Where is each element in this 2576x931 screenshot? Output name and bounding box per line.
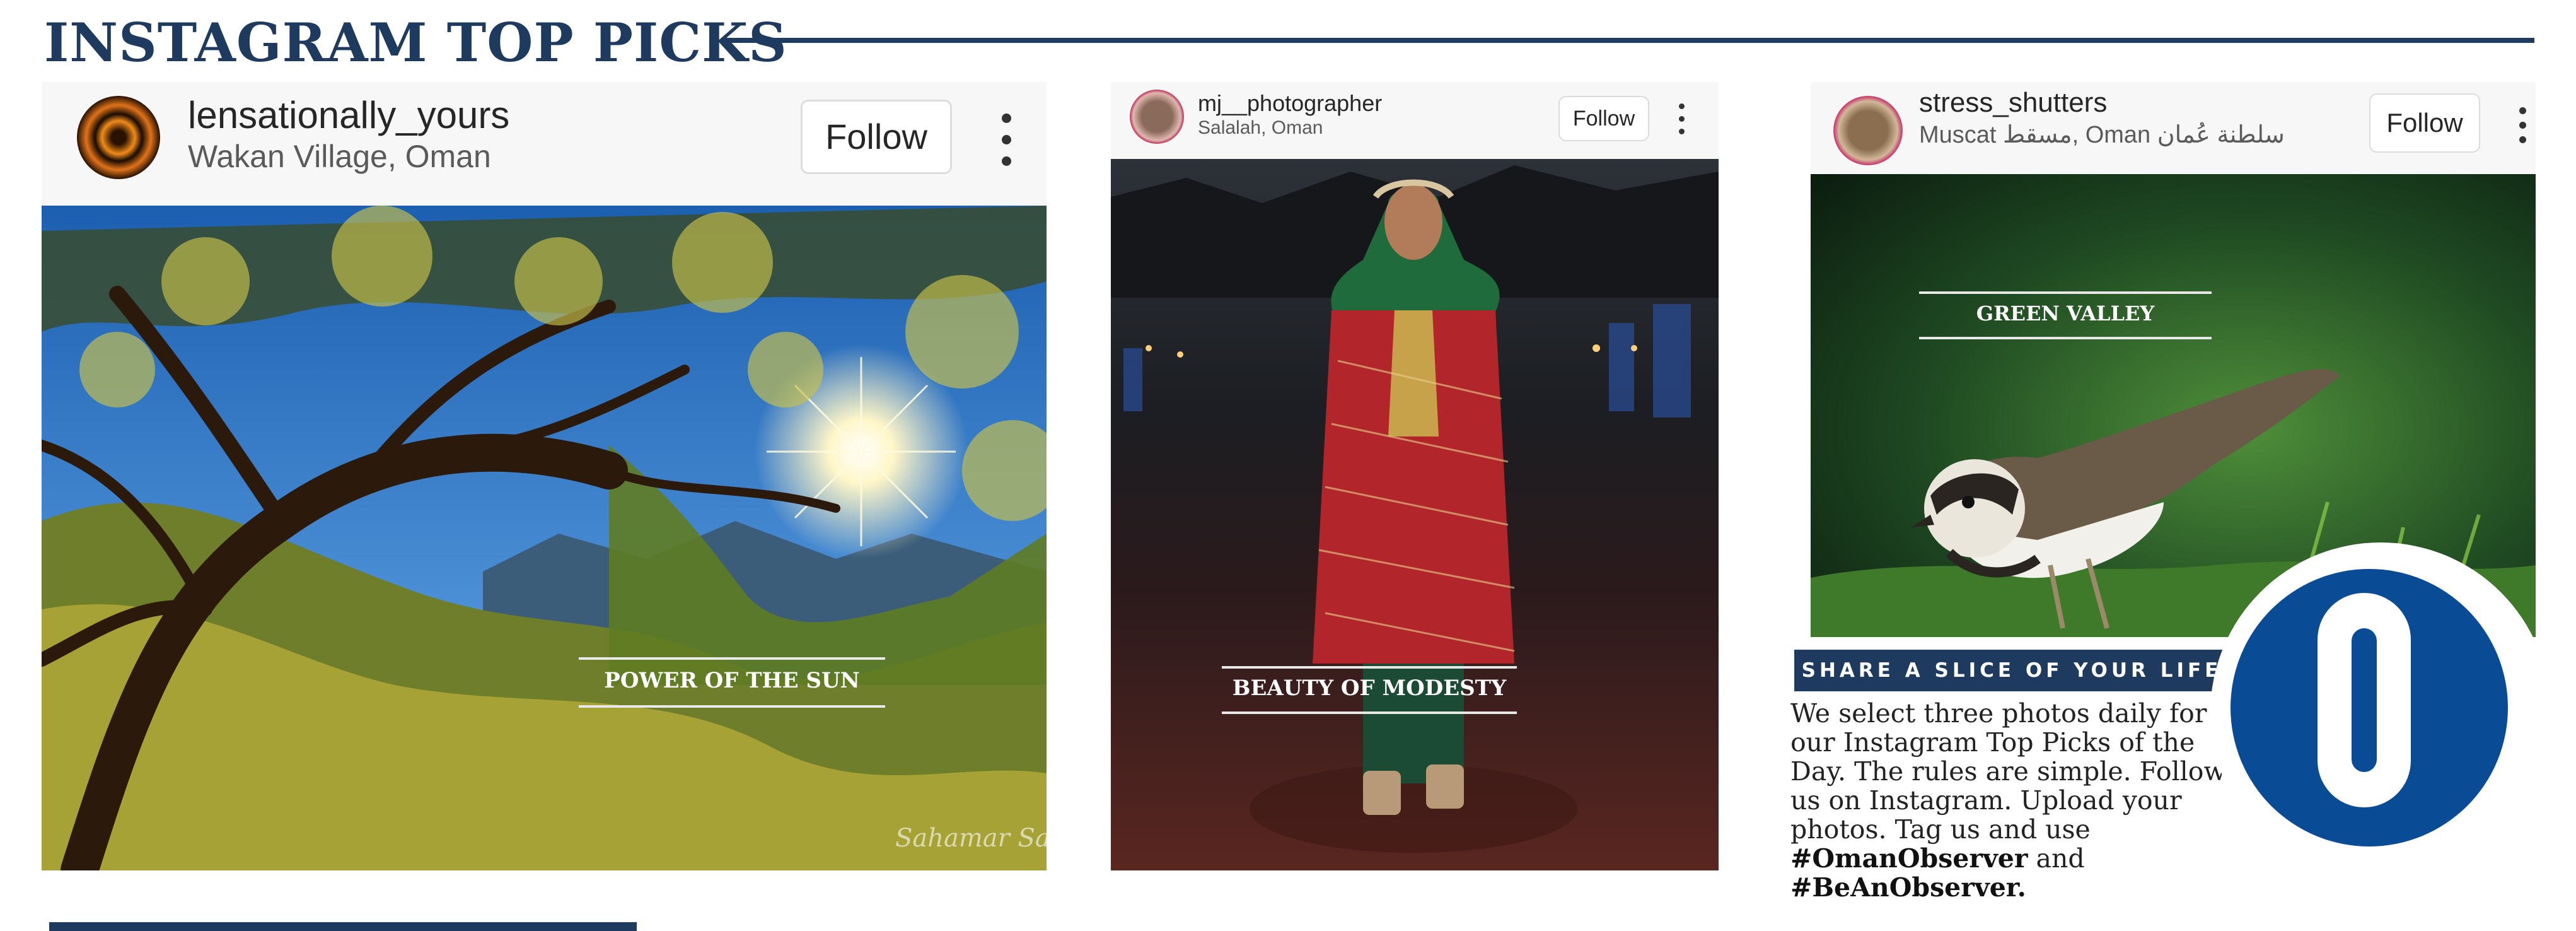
page-title: INSTAGRAM TOP PICKS bbox=[44, 11, 787, 74]
caption-line-bottom bbox=[1919, 337, 2212, 339]
caption-line-bottom bbox=[1222, 711, 1517, 714]
photo-caption: POWER OF THE SUN bbox=[579, 657, 885, 708]
follow-button[interactable]: Follow bbox=[2369, 93, 2480, 153]
girl-portrait-photo bbox=[1111, 159, 1719, 870]
photo-watermark: Sahamar Sadh bbox=[895, 824, 1047, 853]
post-photo[interactable]: POWER OF THE SUN Sahamar Sadh bbox=[42, 206, 1047, 870]
username[interactable]: lensationally_yours bbox=[188, 93, 509, 138]
more-options-icon[interactable] bbox=[2517, 107, 2528, 144]
tree-sun-photo bbox=[42, 206, 1047, 870]
post-header: mj__photographer Salalah, Oman Follow bbox=[1111, 82, 1719, 159]
post-header: stress_shutters Muscat مسقط, Oman سلطنة … bbox=[1811, 82, 2536, 174]
username[interactable]: stress_shutters bbox=[1919, 86, 2107, 120]
title-divider bbox=[725, 38, 2534, 43]
bottom-divider bbox=[49, 922, 637, 931]
avatar[interactable] bbox=[1130, 90, 1184, 144]
caption-line-top bbox=[579, 657, 885, 660]
caption-line-top bbox=[1222, 666, 1517, 669]
caption-text: BEAUTY OF MODESTY bbox=[1232, 676, 1507, 701]
photo-caption: BEAUTY OF MODESTY bbox=[1222, 666, 1517, 714]
photo-caption: GREEN VALLEY bbox=[1919, 291, 2212, 339]
share-description: We select three photos daily for our Ins… bbox=[1790, 699, 2244, 902]
caption-text: POWER OF THE SUN bbox=[604, 668, 860, 693]
avatar[interactable] bbox=[77, 96, 160, 179]
follow-button[interactable]: Follow bbox=[1558, 96, 1649, 141]
location[interactable]: Salalah, Oman bbox=[1198, 116, 1323, 140]
share-banner: SHARE A SLICE OF YOUR LIFE bbox=[1794, 650, 2229, 691]
location[interactable]: Muscat مسقط, Oman سلطنة عُمان bbox=[1919, 120, 2285, 150]
caption-line-bottom bbox=[579, 705, 885, 708]
post-card-2: mj__photographer Salalah, Oman Follow BE… bbox=[1111, 82, 1719, 870]
more-options-icon[interactable] bbox=[1677, 103, 1686, 134]
post-photo[interactable]: BEAUTY OF MODESTY bbox=[1111, 159, 1719, 870]
hashtag-oman-observer[interactable]: #OmanObserver bbox=[1790, 843, 2028, 874]
location[interactable]: Wakan Village, Oman bbox=[188, 138, 491, 175]
caption-line-top bbox=[1919, 291, 2212, 294]
more-options-icon[interactable] bbox=[999, 114, 1014, 167]
logo-o-inner bbox=[2352, 628, 2377, 772]
hashtag-be-an-observer[interactable]: #BeAnObserver. bbox=[1790, 872, 2026, 903]
username[interactable]: mj__photographer bbox=[1198, 90, 1382, 117]
caption-text: GREEN VALLEY bbox=[1976, 302, 2155, 325]
share-body: We select three photos daily for our Ins… bbox=[1790, 698, 2226, 845]
share-and: and bbox=[2036, 843, 2085, 874]
post-card-1: lensationally_yours Wakan Village, Oman … bbox=[42, 82, 1047, 870]
follow-button[interactable]: Follow bbox=[801, 100, 952, 174]
avatar[interactable] bbox=[1833, 96, 1903, 165]
post-header: lensationally_yours Wakan Village, Oman … bbox=[42, 82, 1047, 206]
